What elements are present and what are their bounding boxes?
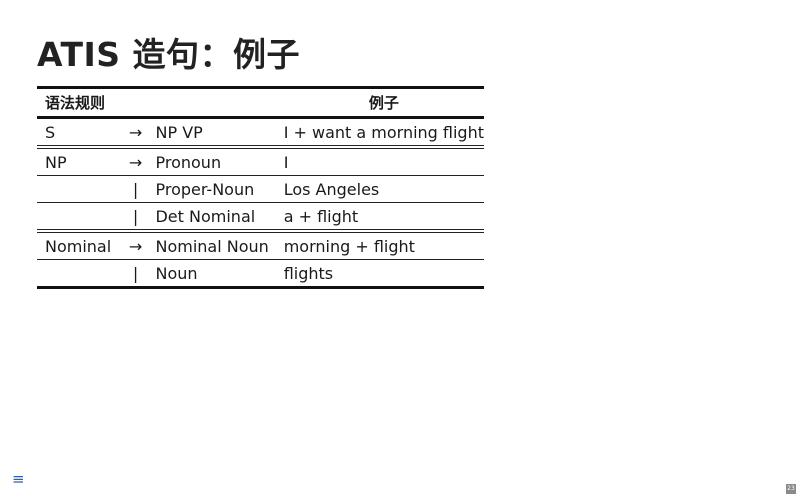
rule-example: Los Angeles: [275, 175, 484, 203]
page-number: 23: [786, 484, 796, 494]
rule-arrow: |: [121, 175, 150, 203]
rule-lhs: [37, 175, 122, 203]
rule-rhs: Nominal Noun: [149, 231, 276, 260]
rule-example: I + want a morning flight: [275, 117, 484, 149]
rule-rhs: Noun: [149, 259, 276, 289]
rule-lhs: Nominal: [37, 231, 122, 260]
table-row: | Proper-Noun Los Angeles: [37, 175, 484, 203]
rule-arrow: →: [121, 147, 150, 176]
page-title: ATIS 造句：例子: [37, 35, 301, 74]
table-row: | Det Nominal a + flight: [37, 202, 484, 233]
rule-arrow: →: [121, 117, 150, 149]
table-row: | Noun flights: [37, 259, 484, 289]
rule-rhs: Pronoun: [149, 147, 276, 176]
rule-rhs: Det Nominal: [149, 202, 276, 233]
rule-example: morning + flight: [275, 231, 484, 260]
rule-example: flights: [275, 259, 484, 289]
header-grammar-rule: 语法规则: [37, 87, 276, 119]
rule-example: I: [275, 147, 484, 176]
rule-rhs: NP VP: [149, 117, 276, 149]
header-example: 例子: [275, 87, 484, 119]
slide: ATIS 造句：例子 语法规则 例子 S → NP VP I + want a …: [0, 0, 800, 500]
rule-arrow: →: [121, 231, 150, 260]
table-row: S → NP VP I + want a morning flight: [37, 117, 484, 149]
rule-arrow: |: [121, 202, 150, 233]
rule-lhs: S: [37, 117, 122, 149]
table-header-row: 语法规则 例子: [37, 87, 484, 119]
grammar-table: 语法规则 例子 S → NP VP I + want a morning fli…: [37, 86, 484, 289]
table-row: NP → Pronoun I: [37, 147, 484, 176]
table-row: Nominal → Nominal Noun morning + flight: [37, 231, 484, 260]
rule-lhs: NP: [37, 147, 122, 176]
rule-rhs: Proper-Noun: [149, 175, 276, 203]
menu-icon[interactable]: ≡: [12, 472, 25, 487]
rule-lhs: [37, 259, 122, 289]
rule-example: a + flight: [275, 202, 484, 233]
rule-arrow: |: [121, 259, 150, 289]
rule-lhs: [37, 202, 122, 233]
